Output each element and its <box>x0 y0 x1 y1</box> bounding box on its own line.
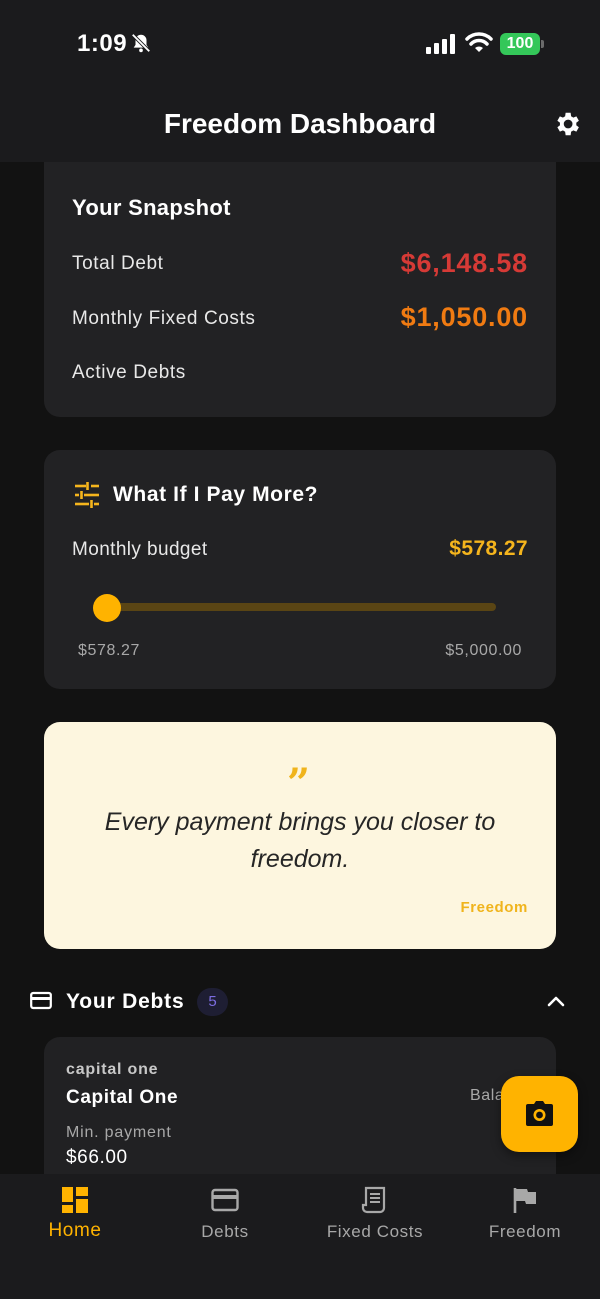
tune-sliders-icon <box>75 482 99 508</box>
debt-list-item[interactable]: capital one Capital One Bala Min. paymen… <box>44 1037 556 1177</box>
snapshot-title: Your Snapshot <box>72 195 231 220</box>
page-title: Freedom Dashboard <box>163 108 437 139</box>
budget-slider-thumb[interactable] <box>93 594 121 622</box>
gear-icon[interactable] <box>552 109 582 139</box>
what-if-card: What If I Pay More? Monthly budget $578.… <box>44 450 556 689</box>
nav-label-freedom: Freedom <box>488 1222 562 1241</box>
total-debt-label: Total Debt <box>72 253 164 274</box>
scan-camera-button[interactable] <box>501 1076 578 1152</box>
quote-author: Freedom <box>460 899 528 916</box>
chevron-up-icon[interactable] <box>546 993 566 1009</box>
bell-off-icon <box>131 33 151 53</box>
total-debt-value: $6,148.58 <box>400 248 528 278</box>
min-payment-label: Min. payment <box>66 1124 172 1141</box>
flag-icon <box>513 1188 536 1213</box>
snapshot-card: Your Snapshot Total Debt $6,148.58 Month… <box>44 162 556 417</box>
battery-indicator: 100 <box>500 33 540 55</box>
debt-balance-label: Bala <box>470 1087 505 1104</box>
quote-card: ” Every payment brings you closer to fre… <box>44 722 556 949</box>
status-time: 1:09 <box>77 30 128 57</box>
credit-card-icon <box>211 1188 239 1212</box>
quote-text: Every payment brings you closer to freed… <box>104 808 496 873</box>
cellular-signal-icon <box>426 34 455 54</box>
debts-count-badge: 5 <box>197 988 228 1016</box>
receipt-icon <box>361 1186 386 1214</box>
dashboard-icon <box>62 1187 88 1213</box>
debt-subtitle: capital one <box>66 1061 159 1078</box>
budget-slider-track[interactable] <box>106 603 496 611</box>
battery-cap <box>541 40 544 48</box>
monthly-fixed-costs-value: $1,050.00 <box>400 302 528 332</box>
status-bar: 1:09 100 <box>0 0 600 90</box>
active-debts-label: Active Debts <box>72 362 186 383</box>
app-header: Freedom Dashboard <box>0 90 600 162</box>
monthly-budget-value: $578.27 <box>449 537 528 560</box>
min-payment-value: $66.00 <box>66 1147 128 1168</box>
nav-item-freedom[interactable]: Freedom <box>450 1174 600 1254</box>
debts-section-header[interactable]: Your Debts 5 <box>0 980 600 1025</box>
nav-label-fixed-costs: Fixed Costs <box>326 1222 424 1241</box>
quote-mark-icon: ” <box>287 760 311 807</box>
wifi-icon <box>465 32 493 52</box>
nav-item-fixed-costs[interactable]: Fixed Costs <box>300 1174 450 1254</box>
monthly-budget-label: Monthly budget <box>72 539 208 560</box>
debt-name: Capital One <box>66 1087 179 1108</box>
nav-label-home: Home <box>48 1220 102 1241</box>
nav-label-debts: Debts <box>201 1222 249 1241</box>
debts-title: Your Debts <box>66 990 185 1013</box>
camera-icon <box>526 1101 553 1126</box>
nav-item-debts[interactable]: Debts <box>150 1174 300 1254</box>
what-if-title: What If I Pay More? <box>113 483 319 506</box>
bottom-navigation: Home Debts Fixed Costs Freedom <box>0 1174 600 1299</box>
slider-max-label: $5,000.00 <box>445 642 522 659</box>
monthly-fixed-costs-label: Monthly Fixed Costs <box>72 308 256 329</box>
credit-card-icon <box>30 991 52 1010</box>
slider-min-label: $578.27 <box>78 642 141 659</box>
nav-item-home[interactable]: Home <box>0 1174 150 1254</box>
